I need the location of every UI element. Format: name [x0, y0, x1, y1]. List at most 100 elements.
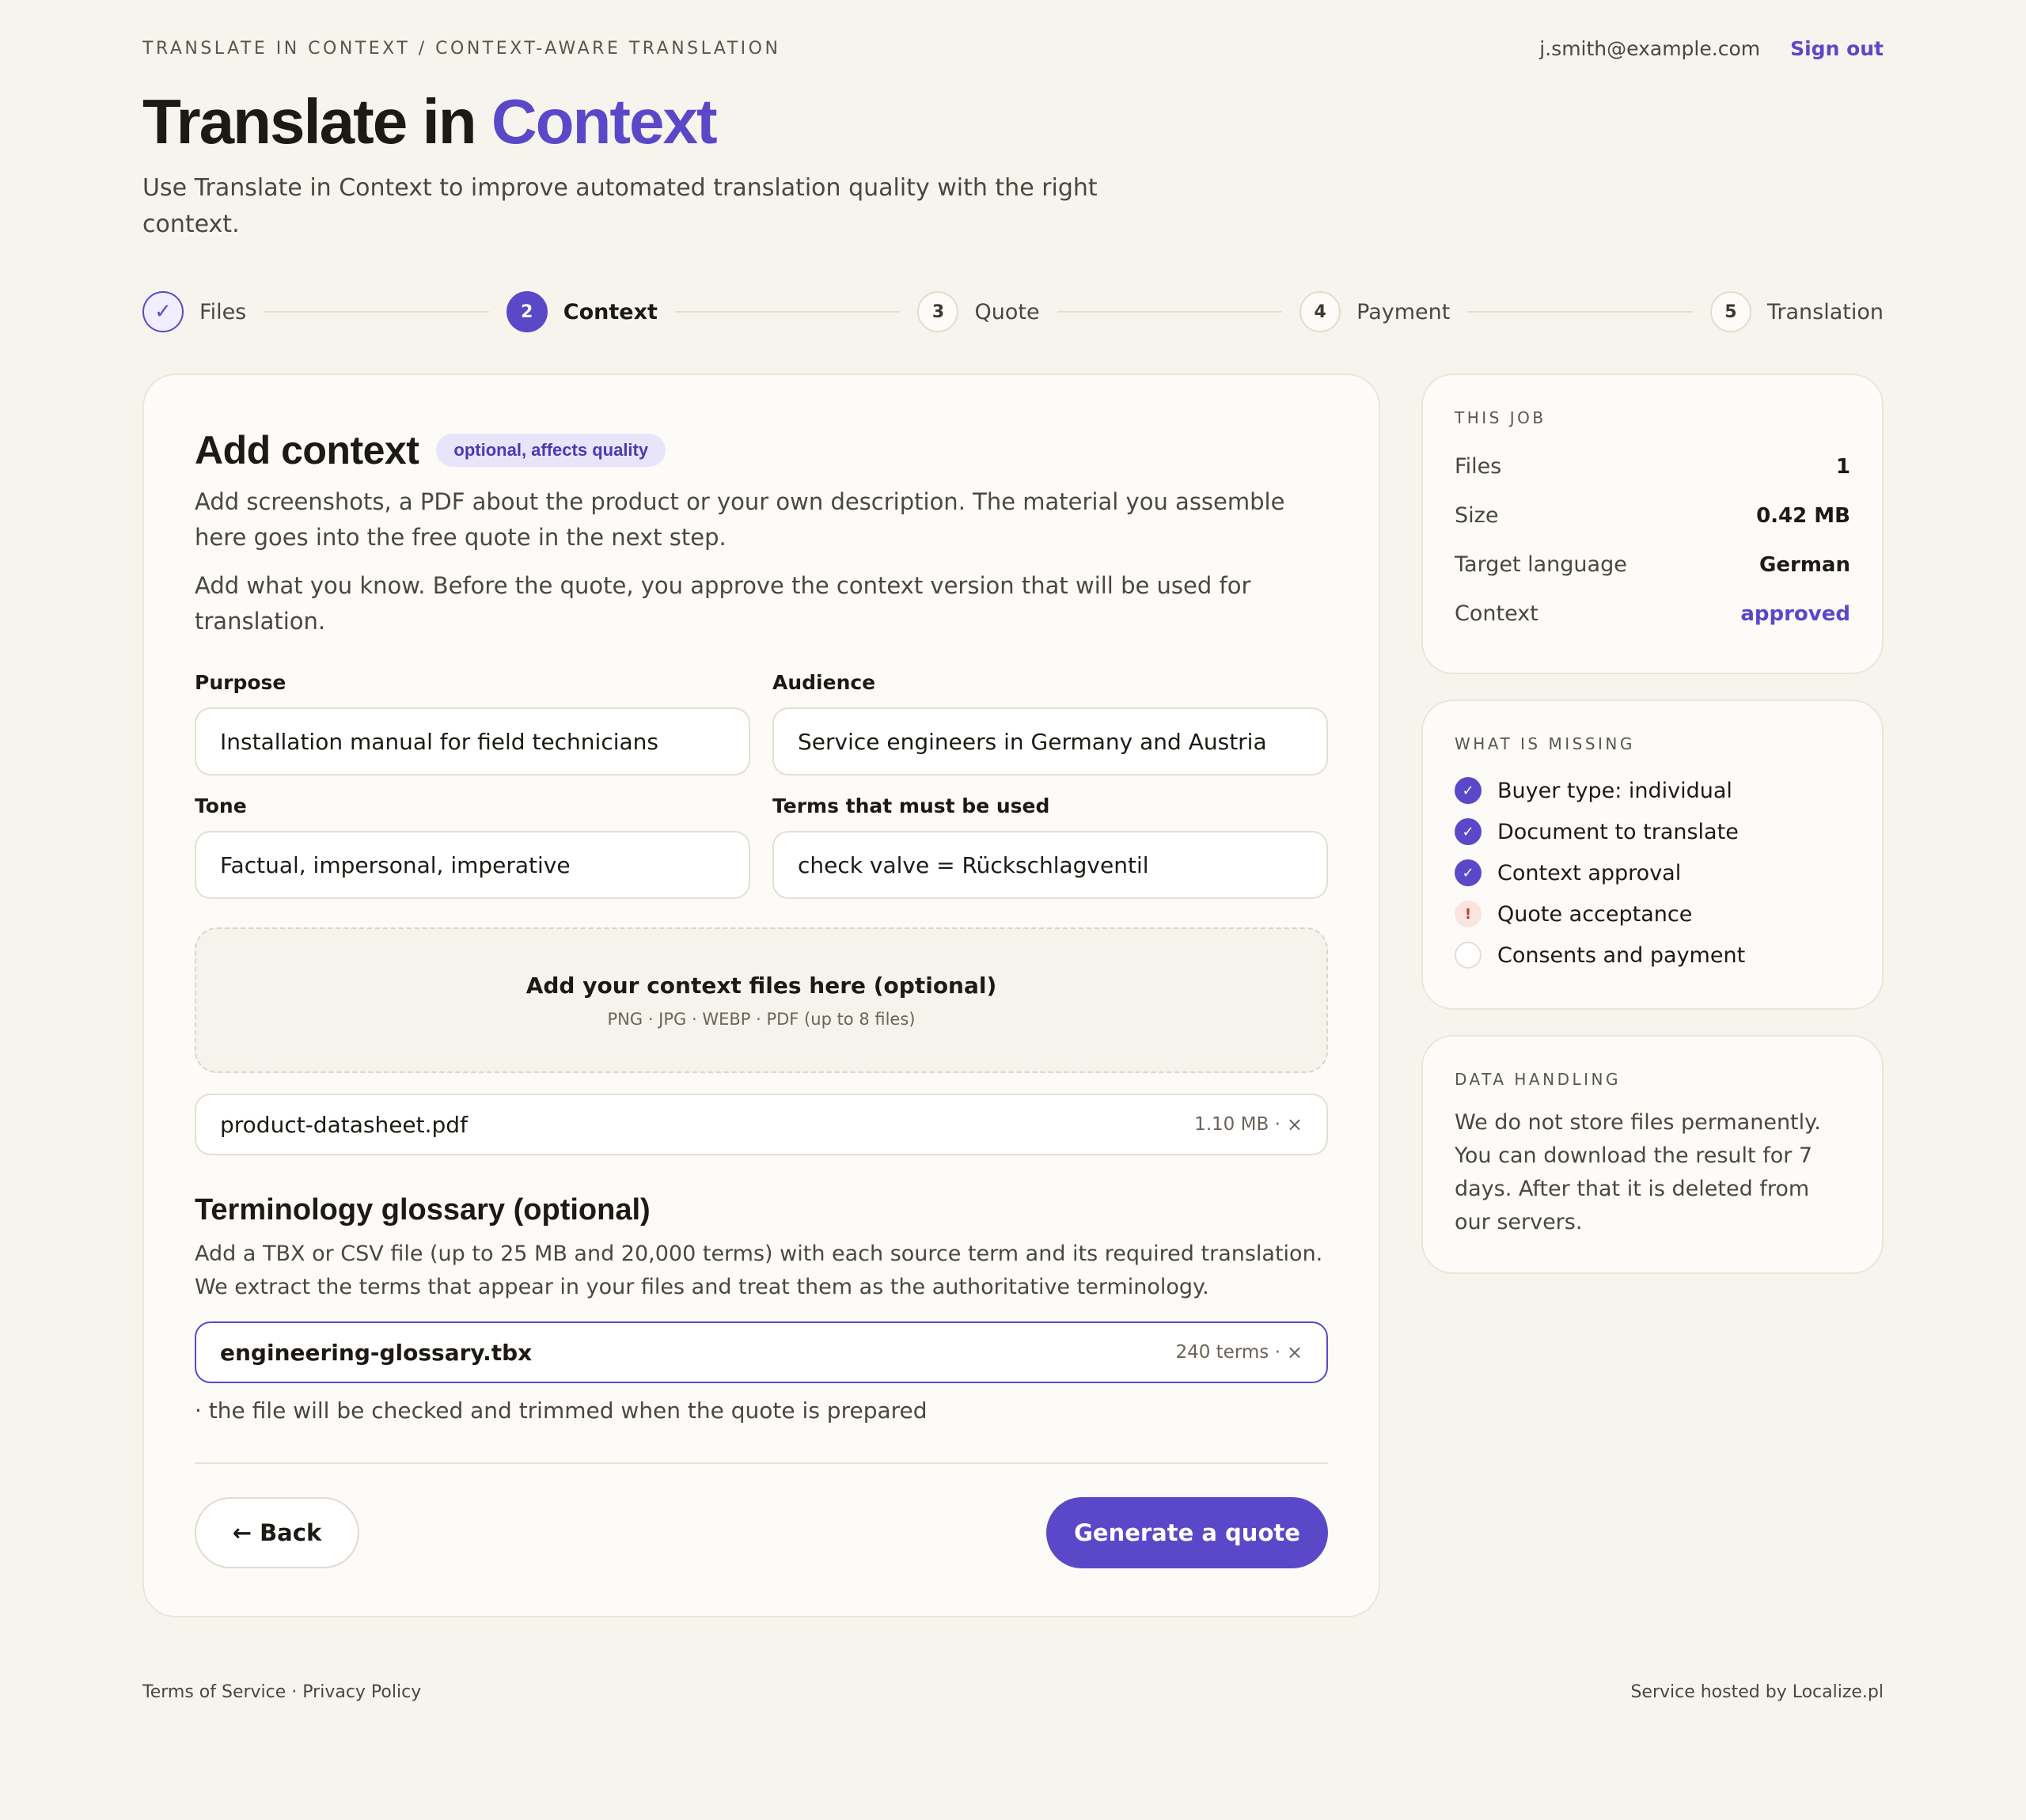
job-key: Context — [1455, 601, 1538, 626]
step-label: Quote — [974, 299, 1040, 324]
file-name: product-datasheet.pdf — [220, 1111, 468, 1138]
missing-item-label: Document to translate — [1497, 819, 1739, 844]
page-subtitle: Use Translate in Context to improve auto… — [142, 174, 1098, 238]
step-number: 4 — [1299, 291, 1341, 332]
context-file-item: product-datasheet.pdf 1.10 MB · × — [195, 1094, 1328, 1155]
step-label: Payment — [1356, 299, 1451, 324]
check-icon: ✓ — [1455, 818, 1482, 845]
missing-item: ✓ Context approval — [1455, 859, 1681, 886]
step-connector — [1467, 311, 1693, 313]
context-title: Add context — [195, 428, 419, 472]
purpose-input[interactable]: Installation manual for field technician… — [195, 707, 750, 775]
footer: Terms of Service · Privacy Policy Servic… — [142, 1682, 1884, 1702]
user-email: j.smith@example.com — [1539, 36, 1761, 60]
remove-file-icon[interactable]: × — [1287, 1113, 1303, 1136]
missing-item-label: Quote acceptance — [1497, 901, 1693, 927]
glossary-description: Add a TBX or CSV file (up to 25 MB and 2… — [195, 1242, 1323, 1299]
dropzone-title: Add your context files here (optional) — [525, 972, 997, 999]
empty-circle-icon — [1455, 942, 1482, 969]
top-bar: TRANSLATE IN CONTEXT / CONTEXT-AWARE TRA… — [142, 35, 1884, 62]
user-area: j.smith@example.com Sign out — [1539, 37, 1884, 60]
glossary-title: Terminology glossary (optional) — [195, 1193, 651, 1227]
job-summary-card: THIS JOB Files 1 Size 0.42 MB Target lan… — [1421, 373, 1884, 674]
optional-badge: optional, affects quality — [436, 434, 666, 467]
step-number: 5 — [1709, 291, 1751, 332]
context-dropzone[interactable]: Add your context files here (optional) P… — [195, 927, 1328, 1073]
hosted-by: Service hosted by Localize.pl — [1630, 1682, 1884, 1702]
step-number: 2 — [506, 291, 548, 332]
missing-item-label: Context approval — [1497, 860, 1682, 885]
job-value: 1 — [1835, 454, 1850, 479]
missing-item: ✓ Buyer type: individual — [1455, 777, 1732, 804]
generate-quote-button[interactable]: Generate a quote — [1046, 1497, 1328, 1568]
audience-input[interactable]: Service engineers in Germany and Austria — [772, 707, 1328, 775]
step-label: Files — [199, 299, 247, 324]
job-key: Size — [1455, 503, 1499, 528]
context-hint: Add what you know. Before the quote, you… — [195, 572, 1251, 635]
missing-item: ! Quote acceptance — [1455, 901, 1692, 927]
terms-label: Terms that must be used — [772, 794, 1050, 817]
tone-input[interactable]: Factual, impersonal, imperative — [195, 831, 750, 899]
footer-links: Terms of Service · Privacy Policy — [142, 1682, 421, 1702]
job-summary-title: THIS JOB — [1455, 408, 1546, 427]
job-value: 0.42 MB — [1756, 503, 1850, 528]
remove-glossary-icon[interactable]: × — [1287, 1341, 1303, 1363]
check-icon: ✓ — [1455, 777, 1482, 804]
sign-out-link[interactable]: Sign out — [1790, 37, 1884, 60]
glossary-note: · the file will be checked and trimmed w… — [195, 1397, 928, 1424]
glossary-term-count: 240 terms · — [1175, 1342, 1280, 1363]
missing-item-label: Buyer type: individual — [1497, 778, 1732, 803]
terms-link[interactable]: Terms of Service — [142, 1682, 286, 1702]
file-meta: 1.10 MB · × — [1194, 1113, 1303, 1136]
context-description: Add screenshots, a PDF about the product… — [195, 488, 1285, 551]
breadcrumb: TRANSLATE IN CONTEXT / CONTEXT-AWARE TRA… — [142, 38, 781, 59]
back-button[interactable]: ← Back — [195, 1497, 359, 1568]
data-handling-title: DATA HANDLING — [1455, 1070, 1621, 1089]
tone-label: Tone — [195, 794, 247, 817]
check-icon: ✓ — [1455, 859, 1482, 886]
step-label: Translation — [1766, 299, 1884, 324]
step-context[interactable]: 2 Context — [506, 291, 658, 332]
step-number: 3 — [917, 291, 959, 332]
job-value: German — [1759, 552, 1850, 577]
missing-item: ✓ Document to translate — [1455, 818, 1739, 845]
terms-input[interactable]: check valve = Rückschlagventil — [772, 831, 1328, 899]
job-row-size: Size 0.42 MB — [1455, 503, 1850, 528]
back-label: Back — [260, 1519, 322, 1546]
missing-title: WHAT IS MISSING — [1455, 734, 1635, 753]
step-translation: 5 Translation — [1709, 291, 1884, 332]
audience-label: Audience — [772, 671, 876, 694]
step-label: Context — [563, 299, 658, 324]
context-card: Add context optional, affects quality Ad… — [142, 373, 1380, 1617]
context-status: approved — [1740, 601, 1850, 626]
warning-icon: ! — [1455, 901, 1482, 927]
glossary-file-item: engineering-glossary.tbx 240 terms · × — [195, 1321, 1328, 1383]
missing-item: Consents and payment — [1455, 942, 1745, 969]
page-title: Translate in Context — [142, 85, 718, 158]
job-key: Target language — [1455, 552, 1627, 577]
data-handling-card: DATA HANDLING We do not store files perm… — [1421, 1035, 1884, 1274]
job-key: Files — [1455, 454, 1502, 479]
page-title-part1: Translate in — [142, 86, 491, 157]
glossary-file-meta: 240 terms · × — [1175, 1341, 1303, 1363]
missing-item-label: Consents and payment — [1497, 942, 1746, 968]
footer-separator: · — [286, 1682, 303, 1702]
missing-card: WHAT IS MISSING ✓ Buyer type: individual… — [1421, 700, 1884, 1010]
data-handling-text: We do not store files permanently. You c… — [1455, 1110, 1821, 1234]
job-row-context: Context approved — [1455, 601, 1850, 626]
step-connector — [264, 311, 489, 313]
privacy-link[interactable]: Privacy Policy — [302, 1682, 421, 1702]
step-connector — [1057, 311, 1283, 313]
job-row-language: Target language German — [1455, 552, 1850, 577]
step-payment: 4 Payment — [1299, 291, 1450, 332]
purpose-label: Purpose — [195, 671, 286, 694]
arrow-left-icon: ← — [232, 1519, 252, 1546]
checkmark-icon: ✓ — [142, 291, 184, 332]
dropzone-formats: PNG · JPG · WEBP · PDF (up to 8 files) — [607, 1009, 916, 1029]
page-title-part2: Context — [491, 86, 718, 157]
step-quote: 3 Quote — [917, 291, 1040, 332]
step-files[interactable]: ✓ Files — [142, 291, 246, 332]
file-size: 1.10 MB · — [1194, 1114, 1280, 1135]
context-heading-row: Add context optional, affects quality — [195, 427, 666, 473]
job-row-files: Files 1 — [1455, 454, 1850, 479]
